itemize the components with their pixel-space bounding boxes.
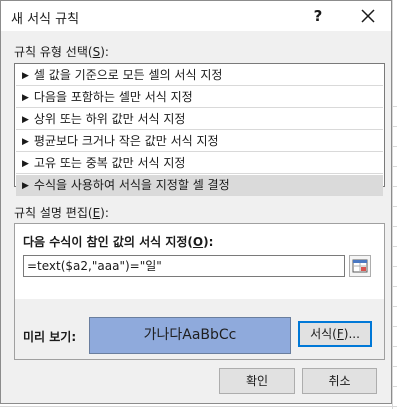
formula-input[interactable]: =text($a2,"aaa")="일" <box>23 255 345 277</box>
triangle-right-icon: ▶ <box>22 115 29 125</box>
triangle-right-icon: ▶ <box>22 93 29 103</box>
help-icon: ? <box>313 7 323 25</box>
list-item[interactable]: ▶ 셀 값을 기준으로 모든 셀의 서식 지정 <box>16 65 383 86</box>
close-icon <box>361 9 375 23</box>
preview-label: 미리 보기: <box>23 330 77 344</box>
format-button[interactable]: 서식(F)... <box>298 321 372 347</box>
list-item[interactable]: ▶ 상위 또는 하위 값만 서식 지정 <box>16 109 383 130</box>
rule-description-label: 규칙 설명 편집(E): <box>14 206 109 220</box>
rule-type-list[interactable]: ▶ 셀 값을 기준으로 모든 셀의 서식 지정 ▶ 다음을 포함하는 셀만 서식 지… <box>14 63 385 196</box>
list-item[interactable]: ▶ 고유 또는 중복 값만 서식 지정 <box>16 153 383 174</box>
range-select-icon <box>352 259 368 273</box>
list-item[interactable]: ▶ 평균보다 크거나 작은 값만 서식 지정 <box>16 131 383 152</box>
help-button[interactable]: ? <box>306 4 330 28</box>
cancel-button[interactable]: 취소 <box>302 368 377 394</box>
list-item[interactable]: ▶ 다음을 포함하는 셀만 서식 지정 <box>16 87 383 108</box>
formula-label: 다음 수식이 참인 값의 서식 지정(O): <box>23 235 214 249</box>
triangle-right-icon: ▶ <box>22 159 29 169</box>
close-button[interactable] <box>356 4 380 28</box>
list-item-selected[interactable]: ▶ 수식을 사용하여 서식을 지정할 셀 결정 <box>16 175 383 196</box>
triangle-right-icon: ▶ <box>22 181 29 191</box>
new-formatting-rule-dialog: 새 서식 규칙 ? 규칙 유형 선택(S): ▶ 셀 값을 기준으로 모든 셀의 … <box>0 0 392 404</box>
rule-type-label: 규칙 유형 선택(S): <box>14 45 109 59</box>
ok-button[interactable]: 확인 <box>219 368 295 394</box>
triangle-right-icon: ▶ <box>22 137 29 147</box>
format-preview: 가나다AaBbCc <box>89 317 291 354</box>
dialog-title: 새 서식 규칙 <box>11 12 80 27</box>
title-bar: 새 서식 규칙 ? <box>1 1 391 31</box>
collapse-dialog-button[interactable] <box>349 255 371 277</box>
triangle-right-icon: ▶ <box>22 71 29 81</box>
